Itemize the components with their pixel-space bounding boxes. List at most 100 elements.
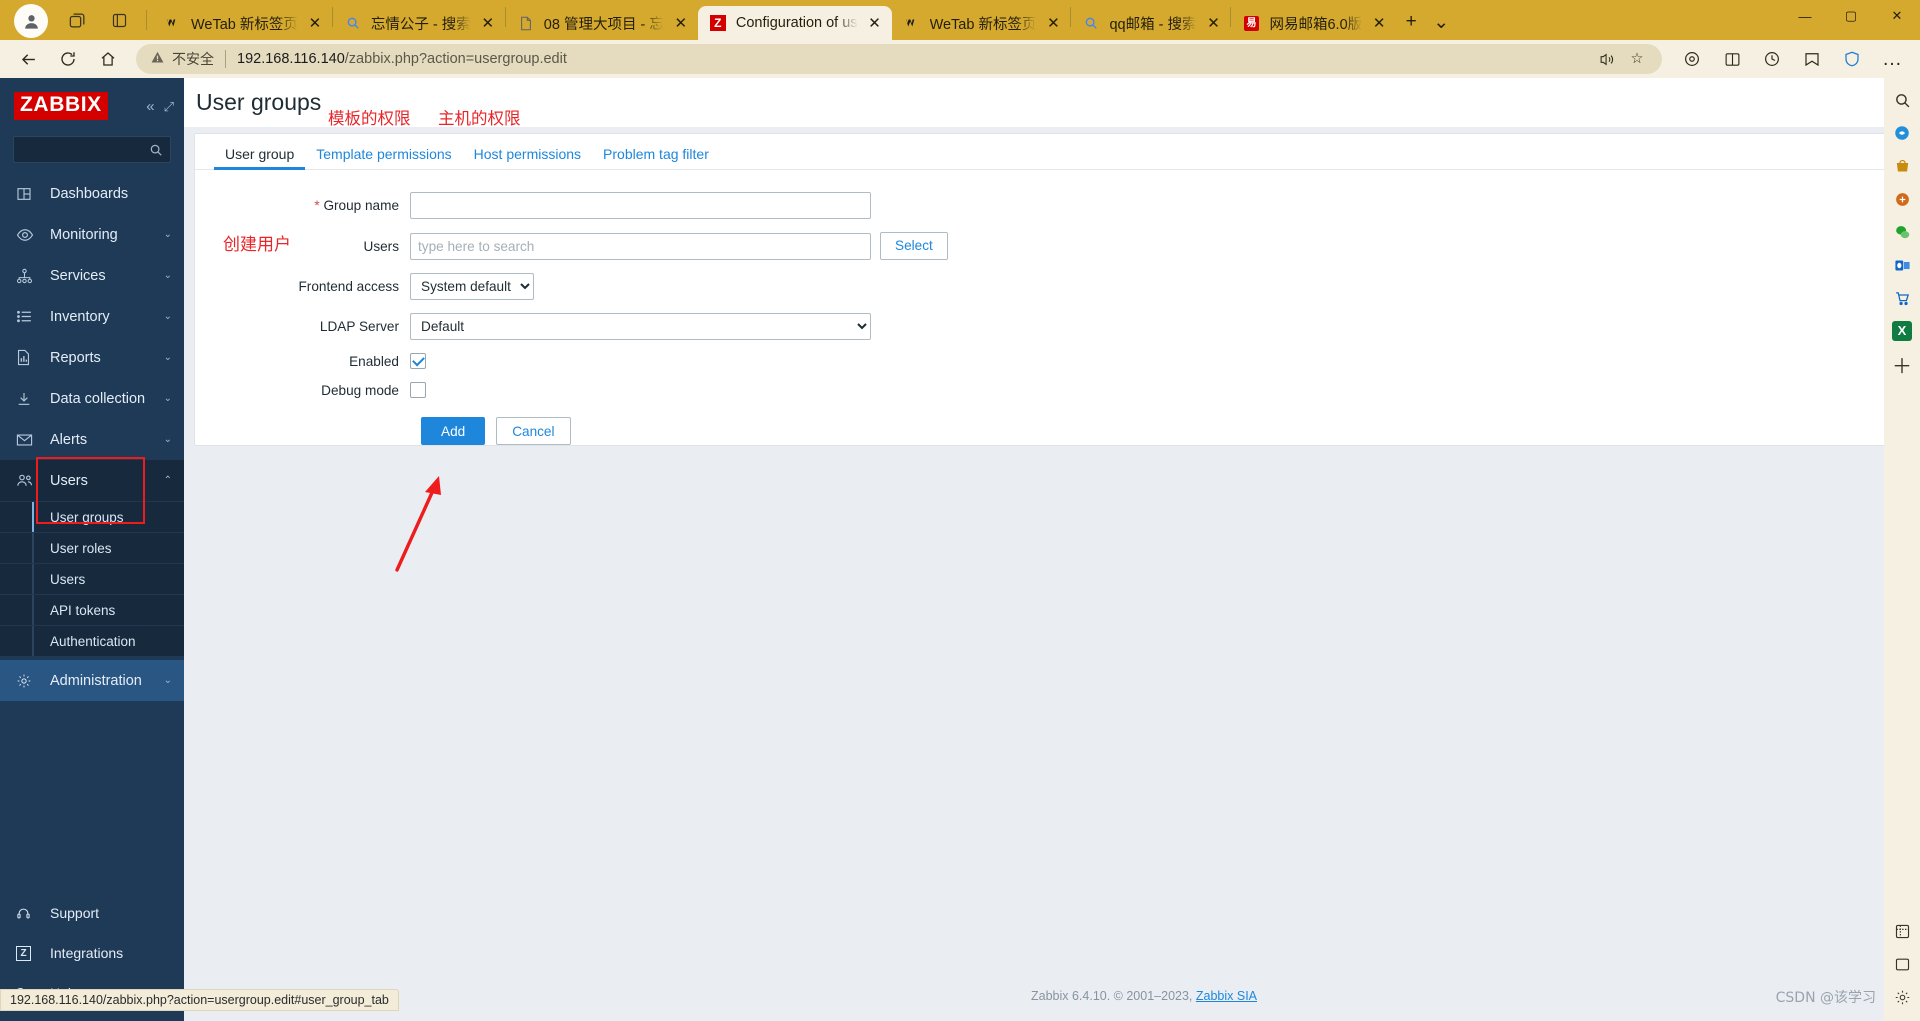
cart-icon[interactable] (1888, 284, 1916, 312)
close-icon[interactable]: ✕ (864, 12, 886, 34)
wetab-icon (164, 14, 182, 32)
ldap-server-select[interactable]: Default (410, 313, 871, 340)
sidebar-item-integrations[interactable]: Z Integrations (0, 933, 184, 973)
sidebar-item-dashboards[interactable]: Dashboards (0, 173, 184, 214)
screenshot-icon[interactable] (1888, 917, 1916, 945)
more-options-icon[interactable]: … (1875, 42, 1909, 76)
reload-button[interactable] (51, 42, 85, 76)
add-icon[interactable]: ＋ (1888, 350, 1916, 378)
history-icon[interactable] (1755, 42, 1789, 76)
outlook-icon[interactable] (1888, 251, 1916, 279)
toolbar-right-group: … (1672, 42, 1912, 76)
zabbix-sia-link[interactable]: Zabbix SIA (1196, 989, 1257, 1003)
collapse-sidebar-icon[interactable]: « (146, 99, 154, 114)
collections-icon[interactable] (1675, 42, 1709, 76)
sidebar-item-support[interactable]: Support (0, 893, 184, 933)
users-icon (16, 473, 42, 488)
tab-title: qq邮箱 - 搜索 (1109, 16, 1197, 33)
sidebar-search[interactable] (13, 136, 171, 163)
group-name-label: * Group name (195, 198, 410, 213)
page-viewport: ZABBIX « ⤢ Dashboards Monitoring ⌄ Servi… (0, 78, 1920, 1021)
debug-mode-checkbox[interactable] (410, 382, 426, 398)
search-icon[interactable] (1888, 86, 1916, 114)
sidebar-subitem-authentication[interactable]: Authentication (0, 625, 184, 656)
sidebar-item-services[interactable]: Services ⌄ (0, 255, 184, 296)
vertical-tabs-icon[interactable] (102, 3, 136, 37)
copilot-icon[interactable] (1888, 119, 1916, 147)
enabled-control (410, 353, 426, 369)
back-button[interactable] (11, 42, 45, 76)
close-icon[interactable]: ✕ (1368, 12, 1390, 34)
panel-icon[interactable] (1888, 950, 1916, 978)
browser-tab[interactable]: 08 管理大项目 - 忘 ✕ (506, 6, 698, 40)
tab-title: WeTab 新标签页 (191, 16, 298, 33)
shopping-icon[interactable] (1888, 152, 1916, 180)
users-select-button[interactable]: Select (880, 232, 948, 260)
browser-window: WeTab 新标签页 ✕ 忘情公子 - 搜索 ✕ 08 管理大项目 - 忘 ✕ … (0, 0, 1920, 1021)
browser-tab[interactable]: 忘情公子 - 搜索 ✕ (333, 6, 505, 40)
users-input[interactable] (410, 232, 871, 260)
browser-tab[interactable]: WeTab 新标签页 ✕ (153, 6, 332, 40)
sidebar-subitem-api-tokens[interactable]: API tokens (0, 594, 184, 625)
close-icon[interactable]: ✕ (1042, 12, 1064, 34)
sidebar-item-reports[interactable]: Reports ⌄ (0, 337, 184, 378)
tab-title: WeTab 新标签页 (929, 16, 1037, 33)
group-name-input[interactable] (410, 192, 871, 219)
browser-essentials-icon[interactable] (1835, 42, 1869, 76)
tab-host-permissions[interactable]: Host permissions (463, 147, 592, 169)
close-icon[interactable]: ✕ (304, 12, 326, 34)
favorite-star-icon[interactable]: ☆ (1624, 46, 1650, 72)
tab-strip: WeTab 新标签页 ✕ 忘情公子 - 搜索 ✕ 08 管理大项目 - 忘 ✕ … (0, 0, 1920, 40)
browser-tab-active[interactable]: Z Configuration of us ✕ (697, 6, 892, 40)
enabled-checkbox[interactable] (410, 353, 426, 369)
sidebar-item-data-collection[interactable]: Data collection ⌄ (0, 378, 184, 419)
sidebar-subitem-user-groups[interactable]: User groups (0, 501, 184, 532)
address-bar[interactable]: 不安全 192.168.116.140/zabbix.php?action=us… (136, 44, 1662, 74)
debug-mode-label: Debug mode (321, 382, 399, 398)
close-icon[interactable]: ✕ (477, 12, 499, 34)
tab-search-icon[interactable] (60, 3, 94, 37)
browser-tab[interactable]: 易 网易邮箱6.0版 ✕ (1231, 6, 1396, 40)
sidebar-subitem-label: User roles (50, 540, 112, 556)
sidebar-subitem-users[interactable]: Users (0, 563, 184, 594)
watermark: CSDN @该学习 (1775, 990, 1876, 1006)
settings-icon[interactable] (1888, 983, 1916, 1011)
tab-problem-tag-filter[interactable]: Problem tag filter (592, 147, 720, 169)
minimize-button[interactable]: — (1782, 0, 1828, 32)
add-button[interactable]: Add (421, 417, 486, 445)
browser-tab[interactable]: WeTab 新标签页 ✕ (892, 6, 1071, 40)
cancel-button[interactable]: Cancel (496, 417, 571, 445)
sidebar-item-users[interactable]: Users ⌃ (0, 460, 184, 501)
sidebar-item-inventory[interactable]: Inventory ⌄ (0, 296, 184, 337)
read-aloud-icon[interactable] (1594, 46, 1620, 72)
tab-template-permissions[interactable]: Template permissions (305, 147, 462, 169)
sidebar-item-administration[interactable]: Administration ⌄ (0, 660, 184, 701)
tools-icon[interactable] (1888, 185, 1916, 213)
expand-sidebar-icon[interactable]: ⤢ (164, 100, 174, 113)
tabstrip-divider (146, 10, 147, 30)
wechat-icon[interactable] (1888, 218, 1916, 246)
report-icon (16, 349, 42, 366)
profile-avatar[interactable] (14, 4, 48, 38)
sidebar-item-label: Alerts (50, 431, 88, 448)
xbox-icon[interactable]: X (1888, 317, 1916, 345)
sidebar-item-monitoring[interactable]: Monitoring ⌄ (0, 214, 184, 255)
close-icon[interactable]: ✕ (670, 12, 692, 34)
home-button[interactable] (91, 42, 125, 76)
sidebar-subitem-user-roles[interactable]: User roles (0, 532, 184, 563)
close-window-button[interactable]: ✕ (1874, 0, 1920, 32)
browser-tab[interactable]: qq邮箱 - 搜索 ✕ (1071, 6, 1230, 40)
split-screen-icon[interactable] (1715, 42, 1749, 76)
tab-actions-menu-icon[interactable]: ⌄ (1426, 7, 1456, 37)
favorites-bar-icon[interactable] (1795, 42, 1829, 76)
sidebar-item-label: Services (50, 267, 106, 284)
new-tab-button[interactable]: + (1396, 7, 1426, 37)
security-warning[interactable]: 不安全 (150, 49, 214, 69)
sidebar-item-alerts[interactable]: Alerts ⌄ (0, 419, 184, 460)
sidebar-subitem-label: API tokens (50, 602, 116, 618)
tab-user-group[interactable]: User group (214, 147, 306, 170)
maximize-button[interactable]: ▢ (1828, 0, 1874, 32)
frontend-access-select[interactable]: System default (410, 273, 534, 300)
search-input[interactable] (21, 142, 145, 157)
close-icon[interactable]: ✕ (1202, 12, 1224, 34)
